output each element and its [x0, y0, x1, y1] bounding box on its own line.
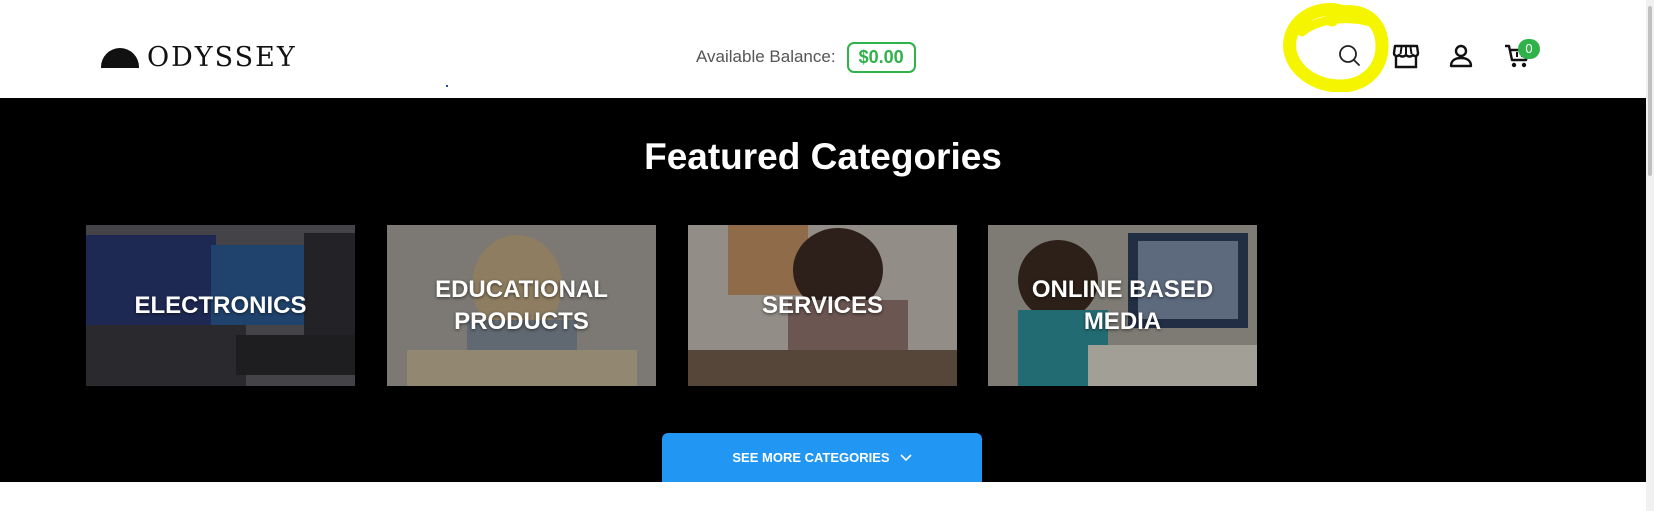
category-card-services[interactable]: SERVICES — [688, 225, 957, 386]
logo-mark-icon — [101, 48, 139, 68]
site-header: ODYSSEY Available Balance: $0.00 0 — [0, 0, 1646, 98]
search-icon — [1339, 45, 1360, 66]
store-button[interactable] — [1391, 41, 1421, 71]
logo-text: ODYSSEY — [147, 41, 297, 73]
account-button[interactable] — [1446, 41, 1476, 71]
scrollbar-thumb[interactable] — [1648, 6, 1652, 176]
category-label-services: SERVICES — [762, 291, 883, 319]
category-label-electronics: ELECTRONICS — [134, 291, 307, 319]
balance-label: Available Balance: — [696, 47, 836, 66]
category-card-educational-products[interactable]: EDUCATIONAL PRODUCTS — [387, 225, 656, 386]
category-card-online-based-media[interactable]: ONLINE BASED MEDIA — [988, 225, 1257, 386]
category-card-electronics[interactable]: ELECTRONICS — [86, 225, 355, 386]
category-label-educational-products: EDUCATIONAL PRODUCTS — [435, 275, 608, 335]
see-more-categories-button[interactable]: SEE MORE CATEGORIES — [662, 433, 982, 482]
see-more-label: SEE MORE CATEGORIES — [732, 450, 890, 465]
available-balance: Available Balance: $0.00 — [696, 41, 916, 73]
search-button[interactable] — [1335, 41, 1365, 71]
cart-count-badge: 0 — [1518, 39, 1540, 59]
category-label-online-based-media: ONLINE BASED MEDIA — [1031, 275, 1214, 335]
odyssey-logo[interactable]: ODYSSEY — [101, 41, 297, 73]
stray-dot — [446, 85, 448, 87]
balance-value: $0.00 — [846, 41, 916, 73]
store-icon — [1392, 44, 1420, 69]
chevron-down-icon — [900, 450, 912, 465]
featured-title: Featured Categories — [644, 136, 1002, 177]
user-icon — [1449, 44, 1473, 68]
